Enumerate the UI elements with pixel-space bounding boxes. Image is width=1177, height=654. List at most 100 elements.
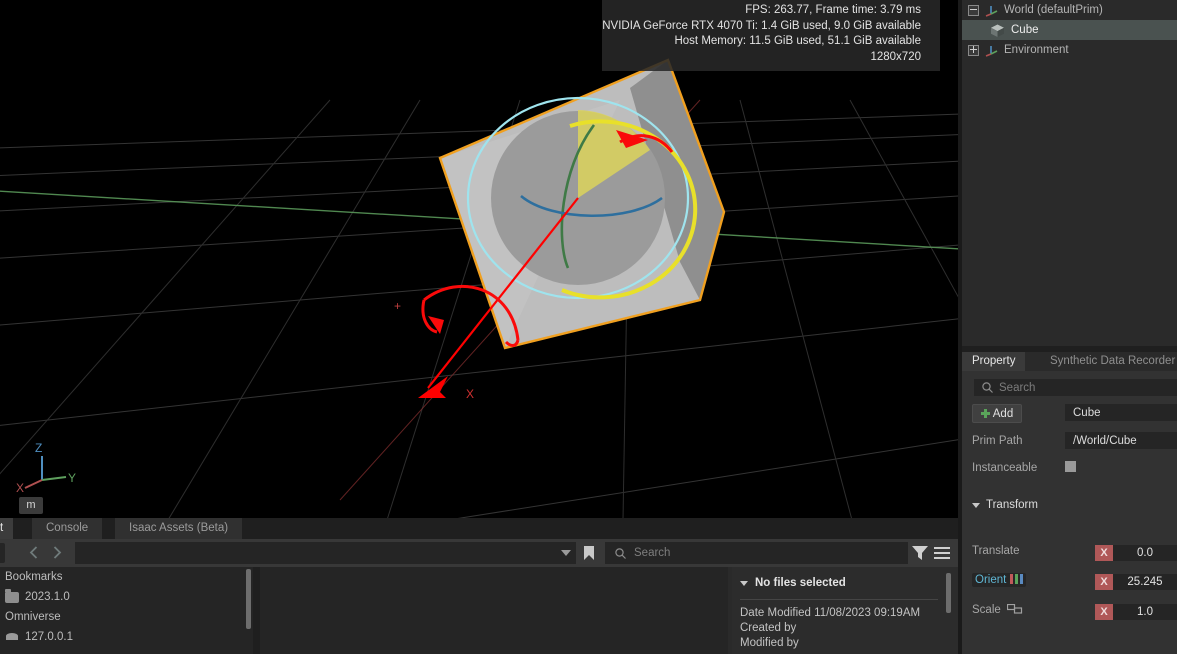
viewport-3d[interactable]: X + FPS: 263.77, Frame time: 3.79 ms NVI… bbox=[0, 0, 958, 518]
nav-back-icon[interactable] bbox=[26, 544, 43, 561]
bookmarks-list: Bookmarks 2023.1.0 Omniverse 127.0.0.1 bbox=[0, 567, 253, 654]
omniverse-app-window: X + FPS: 263.77, Frame time: 3.79 ms NVI… bbox=[0, 0, 1177, 654]
translate-label: Translate bbox=[972, 545, 1020, 557]
bookmarks-scrollbar[interactable] bbox=[246, 569, 251, 629]
chevron-down-icon[interactable] bbox=[558, 545, 574, 561]
orient-label-text: Orient bbox=[975, 574, 1007, 586]
prim-path-field[interactable]: /World/Cube bbox=[1065, 432, 1177, 449]
date-modified-row: Date Modified 11/08/2023 09:19AM bbox=[740, 607, 921, 619]
content-toolbar: ort Search bbox=[0, 539, 958, 567]
content-search-placeholder: Search bbox=[634, 547, 671, 559]
unit-button[interactable]: m bbox=[19, 497, 43, 514]
prim-path-label: Prim Path bbox=[972, 435, 1023, 447]
hud-resolution: 1280x720 bbox=[870, 50, 921, 63]
transform-row-scale: Scale X 1.0 bbox=[962, 601, 1177, 622]
hud-fps: FPS: 263.77, Frame time: 3.79 ms bbox=[745, 4, 921, 16]
bookmark-item-2023[interactable]: 2023.1.0 bbox=[0, 587, 253, 607]
transform-header-label: Transform bbox=[986, 499, 1038, 511]
axis-chip-x: X bbox=[1095, 604, 1113, 620]
bookmark-icon[interactable] bbox=[581, 545, 597, 561]
file-selection-header[interactable]: No files selected bbox=[740, 577, 846, 589]
content-browser-panel: t Console Isaac Assets (Beta) ort bbox=[0, 518, 958, 654]
bookmark-item-localhost[interactable]: 127.0.0.1 bbox=[0, 627, 253, 647]
nav-forward-icon[interactable] bbox=[48, 544, 65, 561]
content-search-input[interactable]: Search bbox=[605, 542, 908, 564]
divider bbox=[740, 599, 938, 600]
path-input[interactable] bbox=[75, 542, 576, 564]
axis-chip-x: X bbox=[1095, 574, 1113, 590]
file-grid[interactable] bbox=[260, 567, 728, 654]
stage-panel: World (defaultPrim) Cube Environment bbox=[962, 0, 1177, 346]
chevron-down-icon bbox=[740, 580, 748, 586]
add-button[interactable]: Add bbox=[972, 404, 1022, 423]
created-by-row: Created by bbox=[740, 622, 797, 634]
orient-x-input[interactable]: 25.245 bbox=[1113, 574, 1177, 590]
search-icon bbox=[615, 547, 626, 559]
translate-x-input[interactable]: 0.0 bbox=[1113, 545, 1177, 561]
instanceable-checkbox[interactable] bbox=[1065, 461, 1076, 472]
hud-host-memory: Host Memory: 11.5 GiB used, 51.1 GiB ava… bbox=[674, 35, 921, 47]
axis-chip-x: X bbox=[1095, 545, 1113, 561]
file-properties-panel: No files selected Date Modified 11/08/20… bbox=[732, 567, 958, 654]
annotation-arrowhead-top bbox=[616, 130, 648, 148]
folder-icon bbox=[5, 588, 19, 603]
annotation-overlay bbox=[421, 130, 674, 347]
add-button-label: Add bbox=[992, 407, 1014, 420]
content-tab-bar: t Console Isaac Assets (Beta) bbox=[0, 518, 958, 539]
stage-item-world[interactable]: World (defaultPrim) bbox=[962, 0, 1177, 20]
tab-content[interactable]: t bbox=[0, 518, 14, 539]
expand-toggle-icon[interactable] bbox=[968, 44, 979, 56]
axis-gizmo-icon bbox=[985, 45, 998, 57]
bookmark-group-label: Omniverse bbox=[5, 611, 61, 623]
plus-icon bbox=[980, 409, 990, 418]
hud-gpu-memory: NVIDIA GeForce RTX 4070 Ti: 1.4 GiB used… bbox=[602, 19, 921, 32]
import-button[interactable]: ort bbox=[0, 543, 6, 563]
stage-item-environment[interactable]: Environment bbox=[962, 40, 1177, 60]
axis-gizmo-icon bbox=[985, 5, 998, 17]
bookmark-item-label: 127.0.0.1 bbox=[25, 631, 73, 643]
property-search-input[interactable]: Search bbox=[974, 379, 1177, 396]
scale-x-input[interactable]: 1.0 bbox=[1113, 604, 1177, 620]
property-panel: Property Synthetic Data Recorder Search … bbox=[962, 352, 1177, 654]
axis-orientation-indicator[interactable]: Z Y X bbox=[8, 432, 80, 494]
stage-item-label: Environment bbox=[1004, 44, 1069, 56]
property-tab-bar: Property Synthetic Data Recorder bbox=[962, 352, 1177, 371]
stage-item-label: Cube bbox=[1011, 24, 1039, 36]
bookmarks-title: Bookmarks bbox=[0, 567, 253, 587]
tab-property[interactable]: Property bbox=[962, 352, 1026, 371]
search-icon bbox=[982, 382, 993, 393]
transform-row-orient: Orient X 25.245 bbox=[962, 571, 1177, 592]
cube-icon bbox=[991, 24, 1004, 37]
transform-section-header[interactable]: Transform bbox=[972, 499, 1038, 511]
file-selection-label: No files selected bbox=[755, 577, 846, 589]
link-icon[interactable] bbox=[1006, 604, 1023, 614]
bookmark-group-omniverse[interactable]: Omniverse bbox=[0, 607, 253, 627]
prim-name-field[interactable]: Cube bbox=[1065, 404, 1177, 421]
axis-label-y: Y bbox=[68, 471, 76, 485]
tab-isaac-assets[interactable]: Isaac Assets (Beta) bbox=[115, 518, 243, 539]
property-search-placeholder: Search bbox=[999, 381, 1036, 394]
stage-item-cube[interactable]: Cube bbox=[962, 20, 1177, 40]
stage-item-label: World (defaultPrim) bbox=[1004, 4, 1103, 16]
viewport-hud: FPS: 263.77, Frame time: 3.79 ms NVIDIA … bbox=[602, 0, 940, 71]
bookmarks-title-label: Bookmarks bbox=[5, 571, 63, 583]
axis-label-z: Z bbox=[35, 441, 42, 455]
hamburger-menu-icon[interactable] bbox=[933, 545, 951, 561]
collapse-toggle-icon[interactable] bbox=[968, 4, 979, 16]
orient-label[interactable]: Orient bbox=[972, 573, 1027, 587]
chevron-down-icon bbox=[972, 502, 980, 508]
scale-label: Scale bbox=[972, 604, 1023, 616]
rgb-bars-icon bbox=[1010, 574, 1024, 584]
instanceable-label: Instanceable bbox=[972, 462, 1038, 474]
bookmark-item-label: 2023.1.0 bbox=[25, 591, 70, 603]
bookmarks-divider[interactable] bbox=[253, 567, 260, 654]
server-icon bbox=[6, 632, 18, 640]
transform-row-translate: Translate X 0.0 bbox=[962, 542, 1177, 563]
scale-label-text: Scale bbox=[972, 604, 1001, 616]
tab-console[interactable]: Console bbox=[32, 518, 103, 539]
axis-label-x: X bbox=[16, 481, 24, 494]
annotation-curve bbox=[423, 284, 520, 341]
file-properties-scrollbar[interactable] bbox=[946, 573, 951, 613]
tab-synthetic-data-recorder[interactable]: Synthetic Data Recorder bbox=[1040, 352, 1177, 371]
filter-icon[interactable] bbox=[911, 545, 929, 561]
